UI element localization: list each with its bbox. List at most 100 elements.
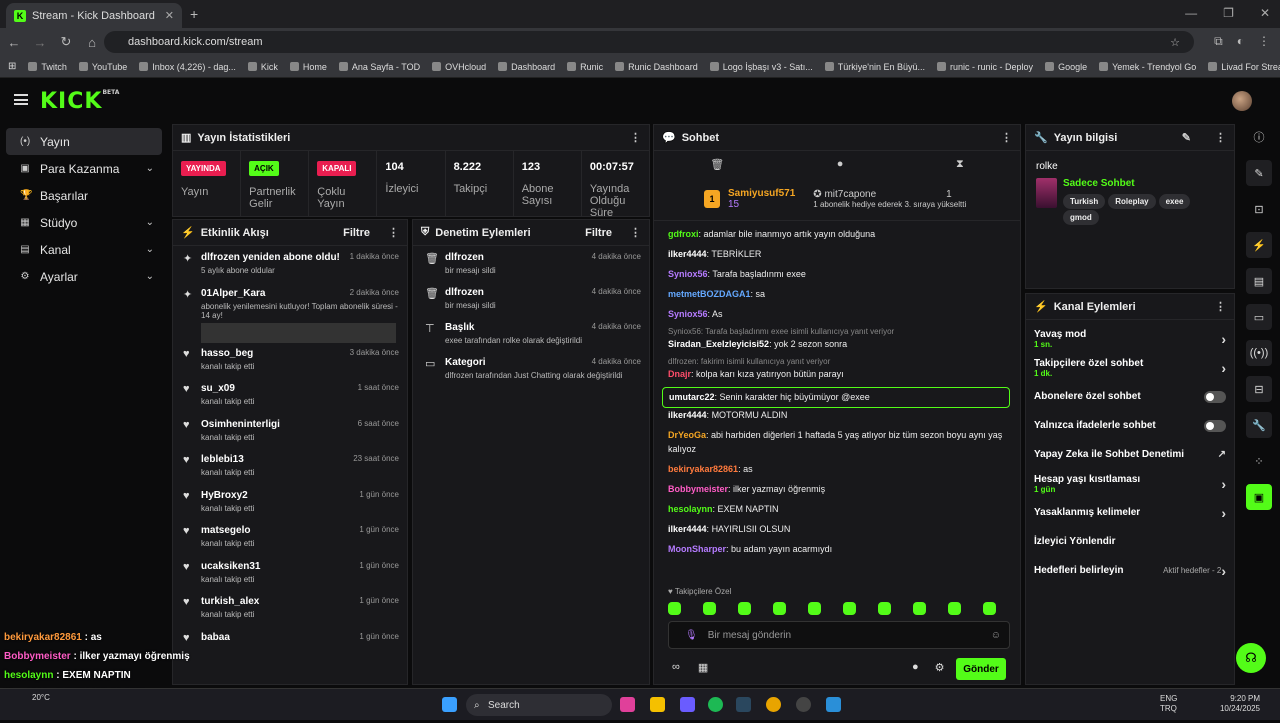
bookmark-item[interactable]: Home <box>289 62 327 72</box>
emote-icon[interactable] <box>773 602 786 615</box>
url-bar[interactable]: dashboard.kick.com/stream ☆ <box>104 31 1194 53</box>
emote-icon[interactable] <box>983 602 996 615</box>
hourglass-icon[interactable]: ⧗ <box>956 158 964 171</box>
bookmark-item[interactable]: YouTube <box>78 62 127 72</box>
gear-icon[interactable]: ⚙ <box>935 661 945 674</box>
activity-name[interactable]: leblebi13 <box>201 454 244 465</box>
chat-username[interactable]: DrYeoGa <box>668 430 706 440</box>
sidebar-item-2[interactable]: 🏆 Başarılar <box>6 182 162 209</box>
activity-name[interactable]: ucaksiken31 <box>201 561 261 572</box>
obs-icon[interactable] <box>796 697 811 712</box>
bookmark-item[interactable]: Kick <box>247 62 278 72</box>
bookmark-star-icon[interactable]: ☆ <box>1170 36 1180 49</box>
mic-icon[interactable]: 🎙 <box>685 630 698 641</box>
profile-icon[interactable]: ◐ <box>1237 34 1244 49</box>
steam-icon[interactable] <box>736 697 751 712</box>
bookmark-item[interactable]: Livad For Streamers <box>1208 62 1280 72</box>
close-window-icon[interactable]: ✕ <box>1260 6 1270 20</box>
taskbar-search[interactable]: ⌕ Search <box>466 694 612 716</box>
chevron-down-icon[interactable]: ⌄ <box>146 217 154 228</box>
clock[interactable]: 9:20 PM 10/24/2025 <box>1220 694 1260 714</box>
emote-icon[interactable] <box>913 602 926 615</box>
bookmark-item[interactable]: Twitch <box>28 62 67 72</box>
bookmark-item[interactable]: Google <box>1045 62 1087 72</box>
activity-name[interactable]: babaa <box>201 632 230 643</box>
new-tab-button[interactable]: + <box>190 6 198 22</box>
toggle-switch[interactable] <box>1204 390 1226 403</box>
chevron-down-icon[interactable]: ⌄ <box>146 244 154 255</box>
activity-name[interactable]: matsegelo <box>201 525 250 536</box>
chat-username[interactable]: umutarc22 <box>669 392 715 402</box>
hamburger-menu-icon[interactable] <box>14 94 28 105</box>
tag[interactable]: gmod <box>1062 210 1099 225</box>
emote-icon[interactable] <box>948 602 961 615</box>
chat-icon[interactable]: ● <box>837 158 844 170</box>
chat-username[interactable]: gdfroxi <box>668 229 699 239</box>
activity-name[interactable]: dlfrozen yeniden abone oldu! <box>201 252 340 263</box>
restore-icon[interactable]: ❐ <box>1223 6 1234 20</box>
more-icon[interactable]: ⋮ <box>630 131 641 144</box>
chat-username[interactable]: Siradan_ExeIzleyicisi52 <box>668 339 769 349</box>
bookmark-item[interactable]: Runic <box>567 62 603 72</box>
chat-username[interactable]: bekiryakar82861 <box>668 464 738 474</box>
gmod-icon[interactable] <box>826 697 841 712</box>
close-tab-icon[interactable]: ✕ <box>165 9 174 22</box>
chevron-right-icon[interactable]: › <box>1221 563 1226 579</box>
edit-icon[interactable]: ✎ <box>1182 131 1191 144</box>
browser-tab[interactable]: K Stream - Kick Dashboard ✕ <box>6 3 182 28</box>
chat-username[interactable]: ilker4444 <box>668 524 707 534</box>
channel-action-item[interactable]: Yasaklanmış kelimeler › <box>1026 498 1234 527</box>
sidebar-item-5[interactable]: ⚙ Ayarlar ⌄ <box>6 263 162 290</box>
list-icon[interactable]: ▤ <box>1246 268 1272 294</box>
chrome-icon[interactable] <box>766 697 781 712</box>
activity-name[interactable]: hasso_beg <box>201 348 253 359</box>
channel-action-item[interactable]: Takipçilere özel sohbet 1 dk. › <box>1026 353 1234 382</box>
back-icon[interactable]: ← <box>2 35 26 50</box>
edit-icon[interactable]: ✎ <box>1246 160 1272 186</box>
app-icon[interactable]: ▣ <box>1246 484 1272 510</box>
emote-icon[interactable] <box>738 602 751 615</box>
broadcast-icon[interactable]: ((•)) <box>1246 340 1272 366</box>
external-link-icon[interactable]: ↗ <box>1218 449 1226 460</box>
bolt-icon[interactable]: ⚡ <box>1246 232 1272 258</box>
forward-icon[interactable]: → <box>28 35 52 50</box>
scan-icon[interactable]: ⊡ <box>1246 196 1272 222</box>
infinity-icon[interactable]: ∞ <box>672 661 680 674</box>
moderation-filter-button[interactable]: Filtre <box>585 227 612 239</box>
category-name[interactable]: Sadece Sohbet <box>1063 178 1224 189</box>
windows-start-icon[interactable] <box>442 697 457 712</box>
chevron-right-icon[interactable]: › <box>1221 331 1226 347</box>
tag[interactable]: Roleplay <box>1108 194 1156 209</box>
sidebar-item-0[interactable]: (•) Yayın <box>6 128 162 155</box>
bookmark-item[interactable]: runic - runic - Deploy <box>937 62 1033 72</box>
chat-username[interactable]: hesolaynn <box>668 504 713 514</box>
chevron-down-icon[interactable]: ⌄ <box>146 163 154 174</box>
store-icon[interactable]: ▦ <box>698 661 708 674</box>
tag[interactable]: exee <box>1158 194 1191 209</box>
sidebar-item-1[interactable]: ▣ Para Kazanma ⌄ <box>6 155 162 182</box>
chevron-down-icon[interactable]: ⌄ <box>146 271 154 282</box>
chat-input[interactable]: 🎙 Bir mesaj gönderin ☺ <box>668 621 1010 649</box>
layout-icon[interactable]: ⊟ <box>1246 376 1272 402</box>
more-icon[interactable]: ⋮ <box>630 226 641 239</box>
chat-username[interactable]: Bobbymeister <box>668 484 728 494</box>
spotify-icon[interactable] <box>708 697 723 712</box>
home-icon[interactable]: ⌂ <box>80 35 104 50</box>
language-indicator[interactable]: ENG TRQ <box>1160 694 1177 714</box>
more-icon[interactable]: ⋮ <box>1001 131 1012 144</box>
bookmark-item[interactable]: Logo İşbaşı v3 - Satı... <box>709 62 813 72</box>
bookmark-item[interactable]: Türkiye'nin En Büyü... <box>824 62 925 72</box>
activity-name[interactable]: Osimheninterligi <box>201 419 280 430</box>
info-icon[interactable]: ⓘ <box>1246 124 1272 150</box>
toggle-switch[interactable] <box>1204 419 1226 432</box>
chat-username[interactable]: Dnajr <box>668 369 691 379</box>
channel-action-item[interactable]: İzleyici Yönlendir <box>1026 527 1234 556</box>
emote-icon[interactable] <box>843 602 856 615</box>
bookmark-item[interactable]: OVHcloud <box>432 62 486 72</box>
chevron-right-icon[interactable]: › <box>1221 476 1226 492</box>
more-icon[interactable]: ⋮ <box>388 226 399 239</box>
chat-username[interactable]: ilker4444 <box>668 410 707 420</box>
channel-action-item[interactable]: Hesap yaşı kısıtlaması 1 gün › <box>1026 469 1234 498</box>
bookmark-item[interactable]: Yemek - Trendyol Go <box>1099 62 1196 72</box>
chat-settings-bubble-icon[interactable]: ● <box>912 661 919 674</box>
